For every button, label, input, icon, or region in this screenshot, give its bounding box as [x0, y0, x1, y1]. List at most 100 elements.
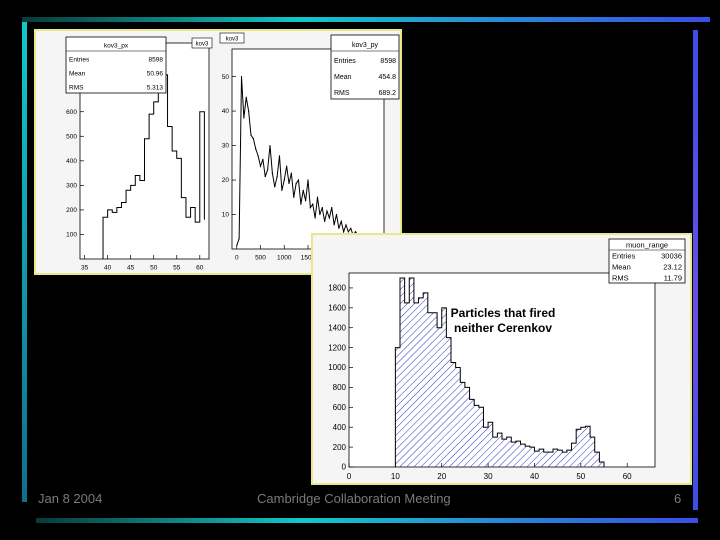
histogram-bin — [543, 452, 549, 467]
footer-date: Jan 8 2004 — [38, 491, 103, 506]
y-tick-label: 300 — [66, 183, 77, 190]
data-point — [309, 207, 311, 209]
data-point — [340, 220, 342, 223]
histogram-bin — [497, 433, 502, 467]
data-point — [255, 148, 257, 150]
y-tick-label: 0 — [342, 463, 347, 472]
y-tick-label: 1400 — [328, 323, 346, 332]
data-point — [283, 179, 285, 181]
data-point — [305, 200, 307, 202]
data-point — [274, 186, 276, 188]
x-tick-label: 500 — [255, 255, 266, 262]
y-tick-label: 50 — [222, 74, 230, 81]
data-point — [319, 213, 321, 216]
y-tick-label: 1200 — [328, 343, 346, 352]
stats-title: muon_range — [626, 240, 668, 249]
frame-top-bar — [22, 17, 710, 22]
stats-label: Mean — [334, 74, 352, 81]
stats-value: 689.2 — [378, 90, 396, 97]
y-tick-label: 200 — [333, 443, 347, 452]
data-point — [245, 96, 247, 98]
data-point — [333, 224, 335, 226]
data-point — [316, 196, 319, 198]
stats-label: Mean — [69, 71, 86, 78]
histogram-bin — [395, 347, 400, 467]
data-point — [328, 217, 330, 219]
histogram-bin — [413, 302, 419, 467]
stats-label: RMS — [334, 90, 350, 97]
y-tick-label: 100 — [66, 232, 77, 239]
y-tick-label: 30 — [222, 143, 230, 150]
stats-title: kov3_px — [104, 43, 129, 50]
x-tick-label: 0 — [347, 472, 352, 481]
y-tick-label: 1000 — [328, 363, 346, 372]
data-point — [252, 138, 254, 140]
x-tick-label: 35 — [81, 265, 89, 272]
histogram-bin — [566, 450, 572, 467]
data-point — [257, 155, 259, 157]
annotation-text: Particles that fired — [451, 306, 556, 320]
stats-value: 8598 — [380, 58, 396, 65]
data-point — [281, 189, 283, 191]
stats-value: 454.8 — [378, 74, 396, 81]
data-point — [293, 196, 295, 198]
y-tick-label: 400 — [333, 423, 347, 432]
y-tick-label: 600 — [333, 403, 347, 412]
histogram-bin — [576, 429, 581, 467]
histogram-bin — [446, 337, 451, 467]
data-point — [248, 110, 250, 112]
y-tick-label: 600 — [66, 109, 77, 116]
pad-label: kov3 — [196, 42, 209, 48]
data-point — [267, 169, 269, 171]
histogram-bin — [427, 312, 433, 467]
x-tick-label: 30 — [484, 472, 493, 481]
histogram-bin — [553, 449, 558, 467]
footer-page-number: 6 — [674, 491, 682, 506]
histogram-bin — [529, 447, 535, 467]
y-tick-label: 20 — [222, 177, 230, 184]
data-point — [338, 227, 340, 229]
stats-label: Entries — [334, 58, 356, 65]
histogram-bin — [506, 437, 512, 467]
histogram-bin — [478, 407, 484, 467]
x-tick-label: 45 — [127, 265, 135, 272]
stats-value: 30036 — [661, 251, 682, 260]
x-tick-label: 40 — [104, 265, 112, 272]
stats-value: 5.313 — [147, 85, 164, 92]
data-point — [259, 165, 262, 167]
histogram-bin — [460, 382, 465, 467]
stats-title: kov3_py — [352, 42, 379, 49]
frame-right-bar — [693, 30, 698, 510]
data-point — [276, 175, 278, 178]
data-point — [326, 210, 328, 212]
stats-label: RMS — [69, 85, 84, 92]
y-tick-label: 10 — [222, 212, 230, 219]
x-tick-label: 40 — [530, 472, 539, 481]
data-point — [314, 217, 316, 219]
frame-bottom-bar — [36, 518, 698, 523]
histogram-bin — [423, 292, 428, 467]
frame-left-bar — [22, 22, 27, 502]
histogram-bin — [562, 452, 567, 467]
histogram-bin — [432, 312, 438, 467]
x-tick-label: 0 — [235, 255, 239, 262]
stats-value: 23.12 — [663, 262, 682, 271]
data-point — [240, 75, 243, 78]
y-tick-label: 200 — [66, 207, 77, 214]
data-point — [262, 158, 264, 160]
stats-value: 11.79 — [664, 273, 682, 282]
x-tick-label: 10 — [391, 472, 400, 481]
y-tick-label: 40 — [222, 108, 230, 115]
histogram-bin — [488, 422, 493, 467]
x-tick-label: 60 — [623, 472, 632, 481]
y-tick-label: 1600 — [328, 303, 346, 312]
footer-meeting-title: Cambridge Collaboration Meeting — [257, 491, 451, 506]
histogram-bin — [511, 442, 516, 467]
y-tick-label: 400 — [66, 158, 77, 165]
histogram-bin — [441, 307, 447, 467]
data-point — [264, 175, 266, 178]
histogram-bin — [469, 399, 475, 467]
canvas-muon-range: 0 10 20 30 40 50 60 0 200 400 600 800 1000 1200 1400 16… — [311, 233, 692, 485]
data-point — [302, 189, 304, 191]
histogram-bin — [483, 427, 489, 467]
